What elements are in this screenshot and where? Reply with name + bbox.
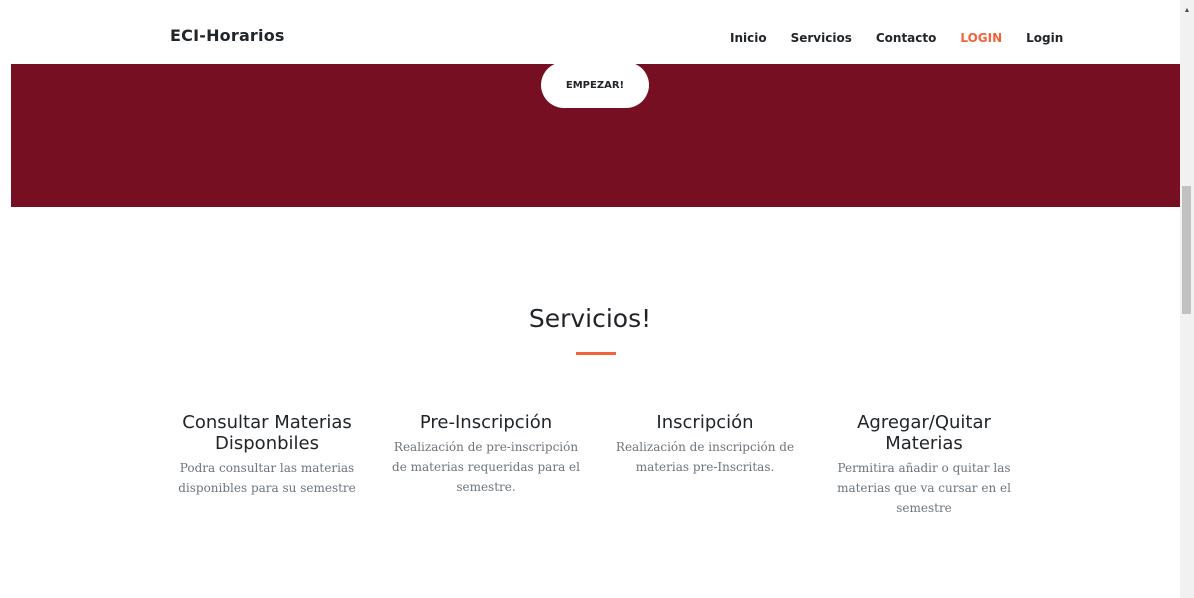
title-divider — [576, 352, 616, 355]
service-title: Pre-Inscripción — [419, 412, 553, 433]
brand-link[interactable]: ECI-Horarios — [170, 26, 285, 45]
nav-link-contacto[interactable]: Contacto — [876, 31, 937, 45]
navbar: ECI-Horarios Inicio Servicios Contacto L… — [0, 0, 1180, 64]
scroll-up-arrow-icon[interactable]: ▲ — [1180, 6, 1194, 16]
service-description: Realización de inscripción de materias p… — [615, 440, 795, 474]
empezar-button[interactable]: EMPEZAR! — [541, 62, 649, 108]
service-title: Inscripción — [656, 412, 754, 433]
nav-link-login-active[interactable]: LOGIN — [960, 31, 1002, 45]
nav-link-login[interactable]: Login — [1026, 31, 1063, 45]
service-consultar-materias: Consultar Materias Disponbiles Podra con… — [172, 412, 362, 498]
service-title: Agregar/Quitar Materias — [857, 412, 991, 454]
vertical-scrollbar[interactable]: ▲ — [1180, 0, 1194, 598]
service-description: Realización de pre-inscripción de materi… — [392, 440, 580, 494]
service-description: Permitira añadir o quitar las materias q… — [837, 461, 1011, 515]
hero-banner: EMPEZAR! — [11, 62, 1180, 207]
nav-link-inicio[interactable]: Inicio — [730, 31, 767, 45]
service-pre-inscripcion: Pre-Inscripción Realización de pre-inscr… — [391, 412, 581, 497]
nav-link-servicios[interactable]: Servicios — [791, 31, 852, 45]
nav-links: Inicio Servicios Contacto LOGIN Login — [730, 29, 1087, 47]
service-agregar-quitar: Agregar/Quitar Materias Permitira añadir… — [829, 412, 1019, 518]
service-title: Consultar Materias Disponbiles — [182, 412, 352, 454]
service-inscripcion: Inscripción Realización de inscripción d… — [610, 412, 800, 477]
service-description: Podra consultar las materias disponibles… — [178, 461, 356, 495]
scrollbar-thumb[interactable] — [1182, 186, 1191, 314]
services-title: Servicios! — [528, 304, 652, 333]
